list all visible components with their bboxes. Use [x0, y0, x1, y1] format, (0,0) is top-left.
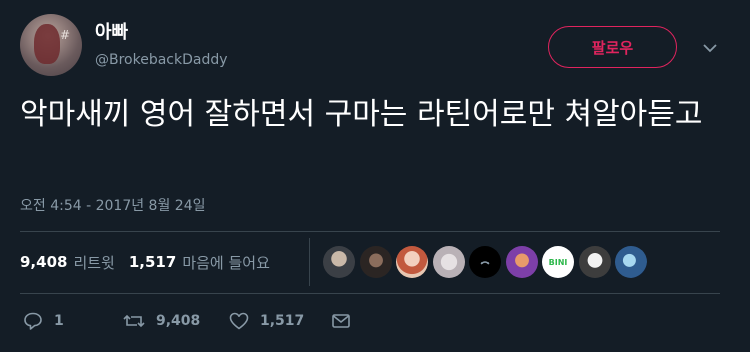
like-stat-count[interactable]: 1,517 [129, 253, 176, 271]
envelope-icon [332, 314, 350, 328]
retweet-icon [123, 314, 145, 328]
avatar-decoration: # [60, 28, 71, 42]
reply-button[interactable]: 1 [22, 310, 122, 332]
liker-avatar[interactable] [505, 246, 538, 278]
stats-separator [309, 238, 310, 286]
author-display-name[interactable]: 아빠 [95, 18, 128, 44]
like-button[interactable]: 1,517 [228, 310, 330, 332]
liker-avatars: BINI [323, 246, 652, 278]
heart-icon [229, 312, 249, 330]
follow-button[interactable]: 팔로우 [548, 26, 677, 68]
liker-avatar[interactable] [323, 246, 355, 278]
liker-avatar[interactable]: BINI [542, 246, 574, 278]
direct-message-button[interactable] [330, 310, 352, 332]
divider-bottom [20, 293, 720, 294]
author-avatar[interactable]: # [20, 14, 82, 76]
liker-logo-icon [480, 261, 490, 265]
tweet-stats: 9,408 리트윗 1,517 마음에 들어요 [20, 245, 284, 279]
liker-avatar[interactable] [396, 246, 428, 278]
tweet-actions: 1 9,408 1,517 [22, 308, 352, 334]
liker-badge-text: BINI [548, 257, 568, 267]
tweet-timestamp[interactable]: 오전 4:54 - 2017년 8월 24일 [20, 195, 206, 215]
reply-count: 1 [54, 313, 64, 329]
liker-avatar[interactable] [469, 246, 501, 278]
like-count: 1,517 [260, 313, 305, 329]
liker-avatar[interactable] [359, 246, 392, 278]
like-stat-label[interactable]: 마음에 들어요 [182, 252, 270, 273]
liker-avatar[interactable] [615, 246, 647, 278]
liker-avatar[interactable] [578, 246, 611, 278]
divider-top [20, 231, 720, 232]
author-handle[interactable]: @BrokebackDaddy [95, 52, 228, 68]
chevron-down-icon [703, 44, 717, 53]
tweet-text: 악마새끼 영어 잘하면서 구마는 라틴어로만 쳐알아듣고 [20, 97, 703, 132]
retweet-stat-label[interactable]: 리트윗 [73, 252, 114, 273]
liker-avatar[interactable] [432, 246, 465, 278]
retweet-count: 9,408 [156, 313, 201, 329]
retweet-button[interactable]: 9,408 [122, 310, 228, 332]
avatar-figure [34, 24, 60, 64]
more-menu-button[interactable] [700, 38, 720, 58]
reply-icon [24, 312, 42, 330]
retweet-stat-count[interactable]: 9,408 [20, 253, 67, 271]
